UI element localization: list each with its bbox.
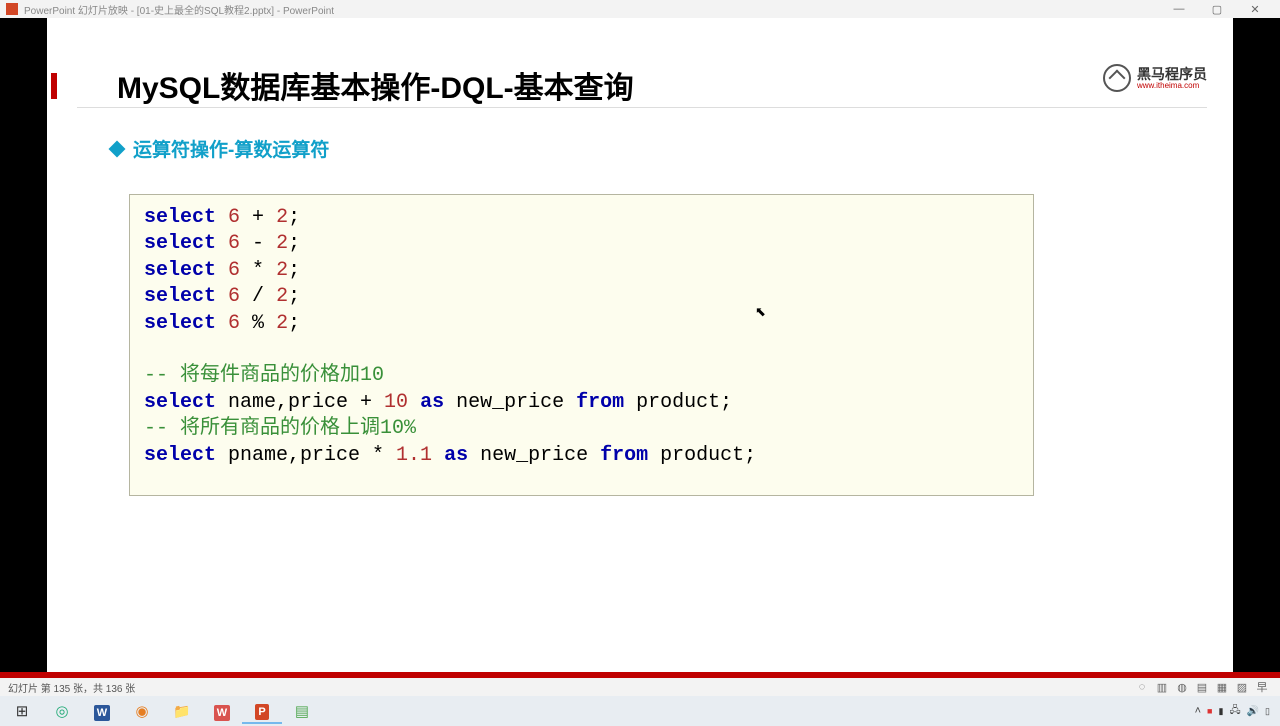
pen-button[interactable]: ◌ — [1132, 681, 1152, 693]
code-block: select 6 + 2; select 6 - 2; select 6 * 2… — [129, 194, 1034, 496]
status-bar: 幻灯片 第 135 张，共 136 张 ◌ ▥ ◍ ▤ ▦ ▨ 早 — [0, 678, 1280, 696]
taskbar-wps[interactable] — [202, 698, 242, 724]
taskbar-word[interactable] — [82, 698, 122, 724]
tray-overflow-icon[interactable] — [1195, 705, 1201, 717]
window-title: PowerPoint 幻灯片放映 - [01-史上最全的SQL教程2.pptx]… — [24, 2, 1160, 17]
subtitle-text: 运算符操作-算数运算符 — [133, 135, 329, 162]
system-tray[interactable] — [1195, 703, 1278, 720]
wps-icon — [214, 703, 230, 720]
taskbar-sqlyog[interactable] — [282, 698, 322, 724]
network-icon[interactable] — [1229, 703, 1240, 720]
windows-icon — [16, 702, 29, 720]
maximize-button[interactable]: ▢ — [1198, 3, 1236, 16]
logo-subtext: www.itheima.com — [1137, 81, 1207, 90]
browser-icon — [135, 702, 148, 720]
start-button[interactable] — [2, 698, 42, 724]
slide: MySQL数据库基本操作-DQL-基本查询 黑马程序员 www.itheima.… — [47, 18, 1233, 672]
volume-icon[interactable] — [1247, 705, 1259, 717]
taskbar-browser[interactable] — [122, 698, 162, 724]
taskbar — [0, 696, 1280, 726]
view-sorter-button[interactable]: ◍ — [1172, 681, 1192, 694]
powerpoint-task-icon — [255, 702, 268, 719]
taskbar-explorer[interactable] — [162, 698, 202, 724]
minimize-button[interactable]: — — [1160, 3, 1198, 15]
tray-app-icon[interactable] — [1207, 705, 1212, 717]
close-button[interactable]: ✕ — [1236, 3, 1274, 16]
slide-title: MySQL数据库基本操作-DQL-基本查询 — [117, 63, 634, 107]
view-reading-button[interactable]: ▤ — [1192, 681, 1212, 694]
diamond-icon — [109, 140, 126, 157]
chrome-icon — [55, 702, 68, 720]
brand-logo: 黑马程序员 www.itheima.com — [1103, 64, 1207, 92]
tray-indicator-icon[interactable] — [1218, 705, 1223, 717]
presentation-stage[interactable]: MySQL数据库基本操作-DQL-基本查询 黑马程序员 www.itheima.… — [0, 18, 1280, 672]
window-titlebar: PowerPoint 幻灯片放映 - [01-史上最全的SQL教程2.pptx]… — [0, 0, 1280, 18]
view-grid-button[interactable]: ▨ — [1232, 681, 1252, 694]
battery-icon[interactable] — [1265, 705, 1270, 717]
logo-text: 黑马程序员 — [1137, 67, 1207, 81]
divider — [77, 107, 1207, 108]
folder-icon — [173, 703, 190, 720]
view-slideshow-button[interactable]: ▦ — [1212, 681, 1232, 694]
word-icon — [94, 703, 110, 720]
view-present-button[interactable]: 早 — [1252, 679, 1272, 695]
slide-subtitle: 运算符操作-算数运算符 — [111, 135, 329, 162]
powerpoint-icon — [6, 3, 18, 15]
taskbar-chrome[interactable] — [42, 698, 82, 724]
taskbar-powerpoint[interactable] — [242, 698, 282, 724]
accent-tab — [51, 73, 57, 99]
view-normal-button[interactable]: ▥ — [1152, 681, 1172, 694]
slide-counter: 幻灯片 第 135 张，共 136 张 — [8, 680, 1132, 695]
sql-icon — [295, 702, 309, 720]
logo-icon — [1103, 64, 1131, 92]
